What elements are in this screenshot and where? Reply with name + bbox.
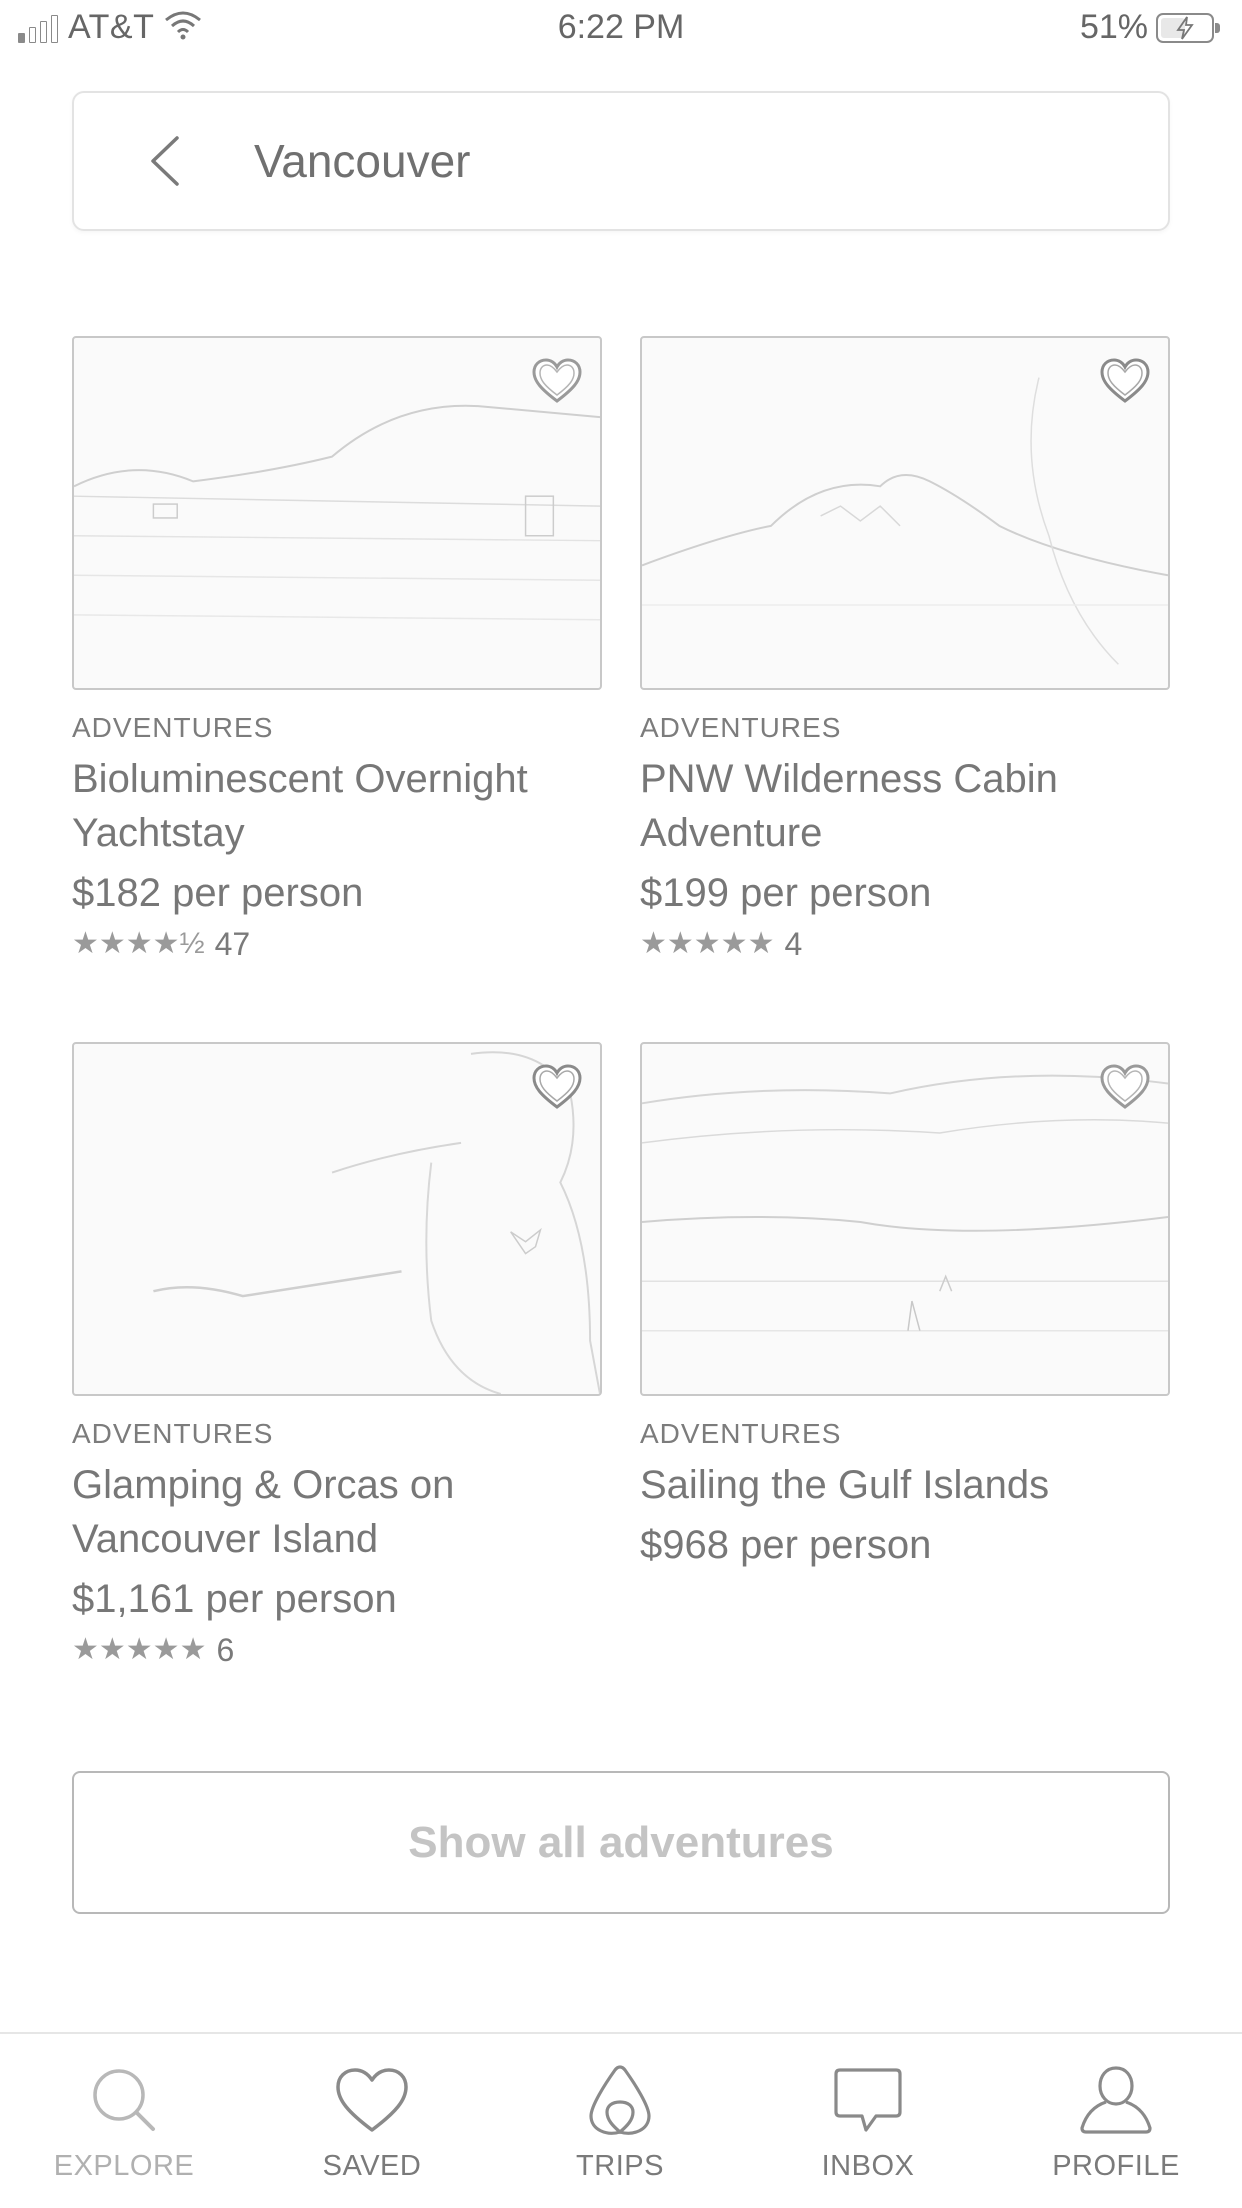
- search-bar[interactable]: Vancouver: [72, 91, 1170, 231]
- listing-price: $1,161 per person: [72, 1577, 397, 1621]
- battery-percent: 51%: [1079, 8, 1148, 46]
- app-screen: AT&T 6:22 PM 51% Vancouver ADVENTURES Bi…: [0, 0, 1242, 2208]
- listing-photo[interactable]: [640, 1042, 1170, 1396]
- tab-explore[interactable]: EXPLORE: [0, 2034, 248, 2208]
- star-rating-icon: ★★★★★: [640, 927, 775, 960]
- save-heart-button[interactable]: [528, 352, 586, 410]
- tab-inbox[interactable]: INBOX: [744, 2034, 992, 2208]
- tab-bar: EXPLORE SAVED TRIPS INBOX PROFILE: [0, 2032, 1242, 2208]
- message-icon: [828, 2060, 908, 2140]
- listing-title[interactable]: Bioluminescent Overnight Yachtstay: [72, 752, 602, 860]
- status-right: 51%: [1079, 8, 1220, 47]
- review-count: 6: [216, 1631, 235, 1668]
- tab-profile[interactable]: PROFILE: [992, 2034, 1240, 2208]
- listing-card[interactable]: ADVENTURES Bioluminescent Overnight Yach…: [72, 336, 602, 964]
- listing-category: ADVENTURES: [72, 1418, 274, 1449]
- heart-icon: [332, 2060, 412, 2140]
- airbnb-logo-icon: [580, 2060, 660, 2140]
- back-button[interactable]: [130, 126, 200, 196]
- listing-price: $199 per person: [640, 871, 932, 915]
- listing-photo[interactable]: [72, 1042, 602, 1396]
- listing-photo[interactable]: [640, 336, 1170, 690]
- listing-category: ADVENTURES: [640, 712, 842, 743]
- listing-title[interactable]: Glamping & Orcas on Vancouver Island: [72, 1458, 602, 1566]
- listing-photo[interactable]: [72, 336, 602, 690]
- chevron-left-icon: [151, 136, 179, 186]
- heart-icon: [1100, 1064, 1150, 1109]
- listing-rating: ★★★★½ 47: [72, 924, 602, 964]
- listing-card[interactable]: ADVENTURES Sailing the Gulf Islands $968…: [640, 1042, 1170, 1572]
- listing-title[interactable]: Sailing the Gulf Islands: [640, 1458, 1170, 1512]
- listing-rating: ★★★★★ 6: [72, 1630, 602, 1670]
- review-count: 4: [784, 925, 803, 962]
- star-rating-icon: ★★★★★: [72, 1633, 207, 1666]
- listing-category: ADVENTURES: [72, 712, 274, 743]
- profile-icon: [1076, 2060, 1156, 2140]
- save-heart-button[interactable]: [528, 1058, 586, 1116]
- heart-icon: [532, 358, 582, 403]
- tab-label: SAVED: [322, 2150, 422, 2182]
- tab-label: EXPLORE: [53, 2150, 195, 2182]
- battery-icon: [1156, 12, 1220, 43]
- tab-label: INBOX: [821, 2150, 915, 2182]
- search-location-text[interactable]: Vancouver: [254, 134, 471, 188]
- review-count: 47: [214, 925, 251, 962]
- heart-icon: [1100, 358, 1150, 403]
- listing-category: ADVENTURES: [640, 1418, 842, 1449]
- tab-label: TRIPS: [576, 2150, 664, 2182]
- listing-card[interactable]: ADVENTURES Glamping & Orcas on Vancouver…: [72, 1042, 602, 1670]
- search-icon: [84, 2060, 164, 2140]
- status-bar: AT&T 6:22 PM 51%: [0, 0, 1242, 60]
- star-rating-icon: ★★★★½: [72, 927, 205, 960]
- save-heart-button[interactable]: [1096, 1058, 1154, 1116]
- show-all-adventures-button[interactable]: Show all adventures: [72, 1771, 1170, 1914]
- tab-label: PROFILE: [1052, 2150, 1180, 2182]
- listing-price: $182 per person: [72, 871, 364, 915]
- listing-card[interactable]: ADVENTURES PNW Wilderness Cabin Adventur…: [640, 336, 1170, 964]
- listing-price: $968 per person: [640, 1523, 932, 1567]
- status-time: 6:22 PM: [557, 8, 685, 46]
- tab-trips[interactable]: TRIPS: [496, 2034, 744, 2208]
- listing-rating: ★★★★★ 4: [640, 924, 1170, 964]
- tab-saved[interactable]: SAVED: [248, 2034, 496, 2208]
- listing-title[interactable]: PNW Wilderness Cabin Adventure: [640, 752, 1170, 860]
- heart-icon: [532, 1064, 582, 1109]
- charging-icon: [1176, 15, 1194, 40]
- save-heart-button[interactable]: [1096, 352, 1154, 410]
